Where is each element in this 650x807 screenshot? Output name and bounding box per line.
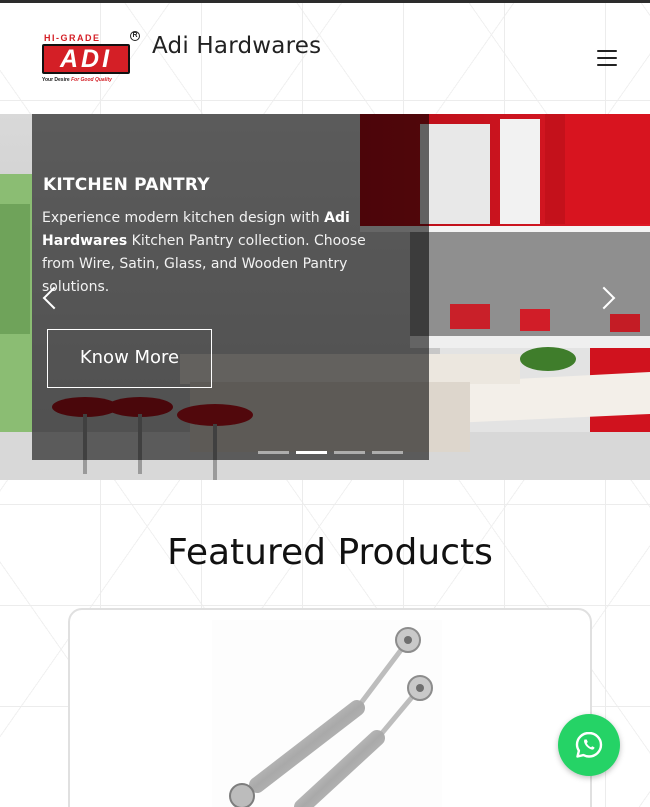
adi-logo[interactable]: HI-GRADE R ADI Your Desire For Good Qual… — [42, 31, 142, 89]
logo-mark-text: ADI — [59, 45, 113, 73]
whatsapp-button[interactable] — [558, 714, 620, 776]
carousel-indicator[interactable] — [258, 451, 289, 454]
site-header: HI-GRADE R ADI Your Desire For Good Qual… — [0, 3, 650, 114]
hero-description-pre: Experience modern kitchen design with — [42, 210, 325, 226]
hero-title: KITCHEN PANTRY — [43, 175, 210, 195]
logo-top-text: HI-GRADE — [44, 33, 101, 43]
tagline-text: Your Desire — [42, 77, 70, 83]
carousel-indicator-active[interactable] — [296, 451, 327, 454]
carousel-indicators — [258, 451, 403, 455]
hamburger-menu-icon[interactable] — [597, 50, 617, 66]
logo-tagline: Your Desire For Good Quality — [42, 77, 112, 83]
chevron-right-icon[interactable] — [598, 284, 618, 314]
carousel-indicator[interactable] — [372, 451, 403, 454]
chevron-left-icon[interactable] — [40, 284, 60, 314]
logo-mark: ADI — [42, 44, 130, 74]
registered-mark: R — [130, 31, 140, 41]
carousel-indicator[interactable] — [334, 451, 365, 454]
hero-carousel: KITCHEN PANTRY Experience modern kitchen… — [0, 114, 650, 480]
whatsapp-icon — [575, 731, 603, 758]
hero-description: Experience modern kitchen design with Ad… — [42, 207, 402, 299]
know-more-button[interactable]: Know More — [47, 329, 212, 388]
tagline-red-text: For Good Quality — [71, 77, 112, 83]
gas-spring-product-image — [212, 620, 442, 807]
featured-products-heading: Featured Products — [167, 532, 493, 573]
brand-name[interactable]: Adi Hardwares — [152, 33, 321, 59]
